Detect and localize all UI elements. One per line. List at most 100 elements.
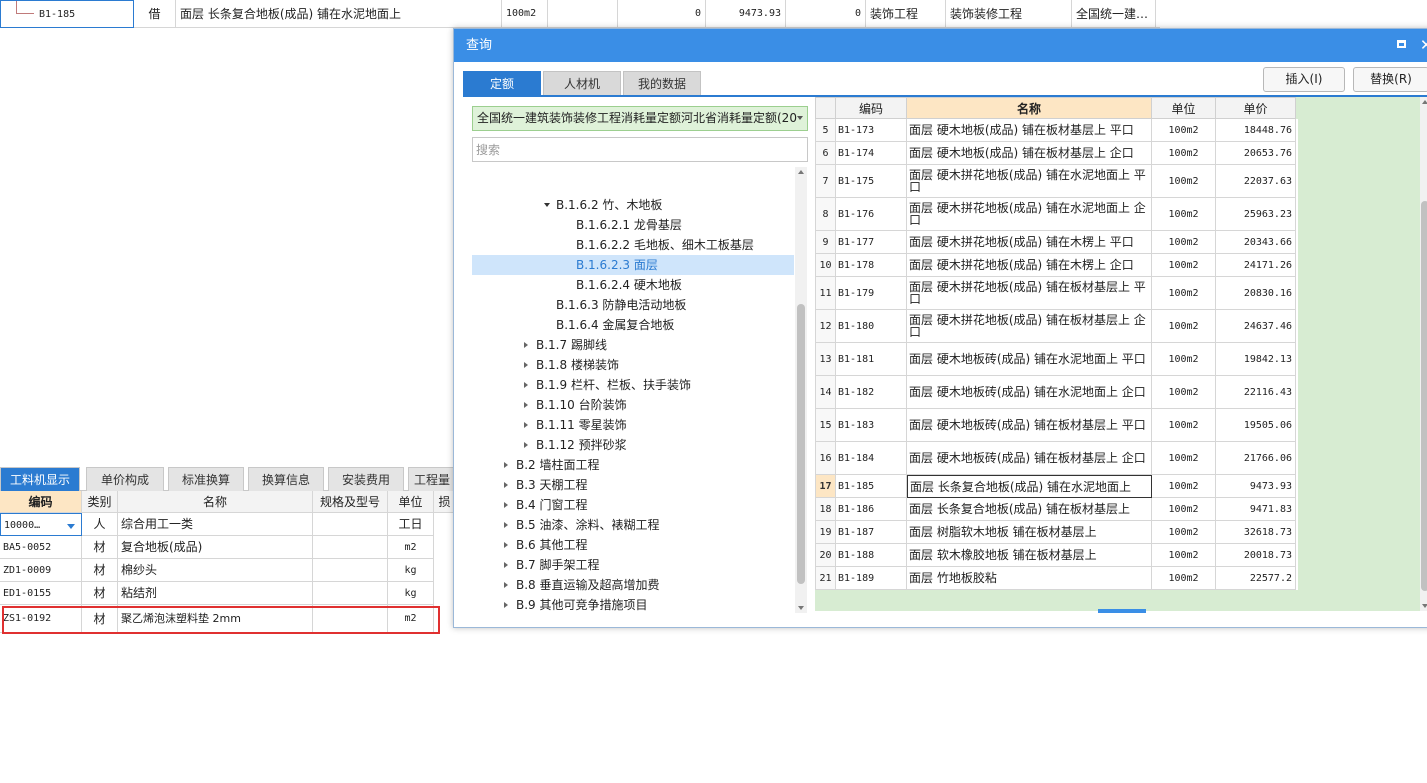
row-index: 7 <box>815 165 836 198</box>
col-price-header[interactable]: 单价 <box>1216 97 1296 119</box>
expand-icon[interactable] <box>504 602 508 608</box>
tree-node[interactable]: B.1.6.2 竹、木地板 <box>472 195 794 215</box>
result-row[interactable]: 21 B1-189 面层 竹地板胶粘 100m2 22577.2 <box>815 567 1298 590</box>
results-scrollbar[interactable] <box>1420 97 1427 611</box>
pane-splitter[interactable] <box>1098 609 1146 613</box>
col-code-header[interactable]: 编码 <box>836 97 907 119</box>
expand-icon[interactable] <box>504 582 508 588</box>
table-row[interactable]: BA5-0052 材 复合地板(成品) m2 <box>0 536 456 559</box>
dialog-title-bar[interactable]: 查询 ✕ <box>454 29 1427 62</box>
tab-quantity[interactable]: 工程量 <box>408 467 456 491</box>
col-type-header[interactable]: 类别 <box>82 491 118 513</box>
maximize-icon[interactable] <box>1397 40 1406 48</box>
row-index: 19 <box>815 521 836 544</box>
close-icon[interactable]: ✕ <box>1420 32 1427 58</box>
tree-node[interactable]: B.9 其他可竞争措施项目 <box>472 595 794 613</box>
tab-standard-conversion[interactable]: 标准换算 <box>168 467 244 491</box>
tree-node[interactable]: B.1.6.4 金属复合地板 <box>472 315 794 335</box>
result-row[interactable]: 20 B1-188 面层 软木橡胶地板 铺在板材基层上 100m2 20018.73 <box>815 544 1298 567</box>
result-row[interactable]: 18 B1-186 面层 长条复合地板(成品) 铺在板材基层上 100m2 9471.8… <box>815 498 1298 521</box>
expand-icon[interactable] <box>504 502 508 508</box>
type-cell: 材 <box>82 536 118 559</box>
tree-node[interactable]: B.1.6.3 防静电活动地板 <box>472 295 794 315</box>
expand-icon[interactable] <box>504 562 508 568</box>
col-code-header[interactable]: 编码 <box>0 491 82 513</box>
dropdown-icon[interactable] <box>67 524 75 529</box>
result-row[interactable]: 6 B1-174 面层 硬木地板(成品) 铺在板材基层上 企口 100m2 20653.… <box>815 142 1298 165</box>
expand-icon[interactable] <box>524 362 528 368</box>
tree-node[interactable]: B.1.6.2.2 毛地板、细木工板基层 <box>472 235 794 255</box>
result-row[interactable]: 5 B1-173 面层 硬木地板(成品) 铺在板材基层上 平口 100m2 18448.… <box>815 119 1298 142</box>
expand-icon[interactable] <box>504 462 508 468</box>
table-row[interactable]: 10000… 人 综合用工一类 工日 <box>0 513 456 536</box>
result-row[interactable]: 10 B1-178 面层 硬木拼花地板(成品) 铺在木楞上 企口 100m2 24171… <box>815 254 1298 277</box>
tree-node[interactable]: B.1.6.2.1 龙骨基层 <box>472 215 794 235</box>
tab-quota[interactable]: 定额 <box>463 71 541 96</box>
result-row[interactable]: 7 B1-175 面层 硬木拼花地板(成品) 铺在水泥地面上 平口 100m2 2203… <box>815 165 1298 198</box>
tree-node[interactable]: B.4 门窗工程 <box>472 495 794 515</box>
main-grid-row[interactable]: B1-185 借 面层 长条复合地板(成品) 铺在水泥地面上 100m2 0 9… <box>0 0 1160 28</box>
expand-icon[interactable] <box>504 522 508 528</box>
result-row[interactable]: 14 B1-182 面层 硬木地板砖(成品) 铺在水泥地面上 企口 100m2 2211… <box>815 376 1298 409</box>
col-name-header[interactable]: 名称 <box>118 491 313 513</box>
tree-node-label: B.1.7 踢脚线 <box>536 338 607 352</box>
tab-labor-material[interactable]: 工料机显示 <box>0 467 80 491</box>
row-index: 11 <box>815 277 836 310</box>
tree-node[interactable]: B.1.9 栏杆、栏板、扶手装饰 <box>472 375 794 395</box>
search-input[interactable] <box>472 137 808 162</box>
expand-icon[interactable] <box>504 482 508 488</box>
tree-node[interactable]: B.3 天棚工程 <box>472 475 794 495</box>
insert-button[interactable]: 插入(I) <box>1263 67 1345 92</box>
replace-button[interactable]: 替换(R) <box>1353 67 1427 92</box>
tree-node[interactable]: B.1.7 踢脚线 <box>472 335 794 355</box>
scroll-thumb[interactable] <box>1421 201 1427 591</box>
tree-node[interactable]: B.8 垂直运输及超高增加费 <box>472 575 794 595</box>
tree-node[interactable]: B.5 油漆、涂料、裱糊工程 <box>472 515 794 535</box>
tree-node[interactable]: B.1.10 台阶装饰 <box>472 395 794 415</box>
tree-node[interactable]: B.1.12 预拌砂浆 <box>472 435 794 455</box>
tree-node[interactable]: B.7 脚手架工程 <box>472 555 794 575</box>
scroll-up-icon[interactable] <box>798 170 804 174</box>
result-row[interactable]: 16 B1-184 面层 硬木地板砖(成品) 铺在板材基层上 企口 100m2 2176… <box>815 442 1298 475</box>
result-row[interactable]: 12 B1-180 面层 硬木拼花地板(成品) 铺在板材基层上 企口 100m2 246… <box>815 310 1298 343</box>
col-unit-header[interactable]: 单位 <box>1152 97 1216 119</box>
tab-resources[interactable]: 人材机 <box>543 71 621 96</box>
result-row[interactable]: 8 B1-176 面层 硬木拼花地板(成品) 铺在水泥地面上 企口 100m2 2596… <box>815 198 1298 231</box>
tree-node[interactable]: B.1.8 楼梯装饰 <box>472 355 794 375</box>
tab-unit-price[interactable]: 单价构成 <box>86 467 164 491</box>
tree-node[interactable]: B.2 墙柱面工程 <box>472 455 794 475</box>
expand-icon[interactable] <box>504 542 508 548</box>
expand-icon[interactable] <box>524 342 528 348</box>
scroll-thumb[interactable] <box>797 304 805 584</box>
result-row[interactable]: 15 B1-183 面层 硬木地板砖(成品) 铺在板材基层上 平口 100m2 1950… <box>815 409 1298 442</box>
expand-icon[interactable] <box>524 402 528 408</box>
expand-icon[interactable] <box>524 382 528 388</box>
expand-icon[interactable] <box>524 442 528 448</box>
collapse-icon[interactable] <box>544 203 550 207</box>
library-select[interactable]: 全国统一建筑装饰装修工程消耗量定额河北省消耗量定额(20 <box>472 106 808 131</box>
result-row[interactable]: 19 B1-187 面层 树脂软木地板 铺在板材基层上 100m2 32618.73 <box>815 521 1298 544</box>
expand-icon[interactable] <box>524 422 528 428</box>
tree-scrollbar[interactable] <box>795 167 807 613</box>
result-row[interactable]: 11 B1-179 面层 硬木拼花地板(成品) 铺在板材基层上 平口 100m2 208… <box>815 277 1298 310</box>
col-spec-header[interactable]: 规格及型号 <box>313 491 388 513</box>
col-unit-header[interactable]: 单位 <box>388 491 434 513</box>
table-row[interactable]: ED1-0155 材 粘结剂 kg <box>0 582 456 605</box>
code-cell[interactable]: 10000… <box>0 513 82 536</box>
scroll-down-icon[interactable] <box>798 606 804 610</box>
tree-node[interactable]: B.1.6.2.3 面层 <box>472 255 794 275</box>
result-row[interactable]: 9 B1-177 面层 硬木拼花地板(成品) 铺在木楞上 平口 100m2 20343.… <box>815 231 1298 254</box>
result-row[interactable]: 13 B1-181 面层 硬木地板砖(成品) 铺在水泥地面上 平口 100m2 1984… <box>815 343 1298 376</box>
tab-conversion-info[interactable]: 换算信息 <box>248 467 324 491</box>
tab-install-fee[interactable]: 安装费用 <box>328 467 404 491</box>
tab-my-data[interactable]: 我的数据 <box>623 71 701 96</box>
tree-node[interactable]: B.1.11 零星装饰 <box>472 415 794 435</box>
scroll-up-icon[interactable] <box>1422 100 1427 104</box>
col-name-header[interactable]: 名称 <box>907 97 1152 119</box>
tree-node[interactable]: B.1.6.2.4 硬木地板 <box>472 275 794 295</box>
row-code-cell[interactable]: B1-185 <box>0 0 134 28</box>
result-row[interactable]: 17 B1-185 面层 长条复合地板(成品) 铺在水泥地面上 100m2 9473.9… <box>815 475 1298 498</box>
table-row[interactable]: ZD1-0009 材 棉纱头 kg <box>0 559 456 582</box>
scroll-down-icon[interactable] <box>1422 604 1427 608</box>
tree-node[interactable]: B.6 其他工程 <box>472 535 794 555</box>
